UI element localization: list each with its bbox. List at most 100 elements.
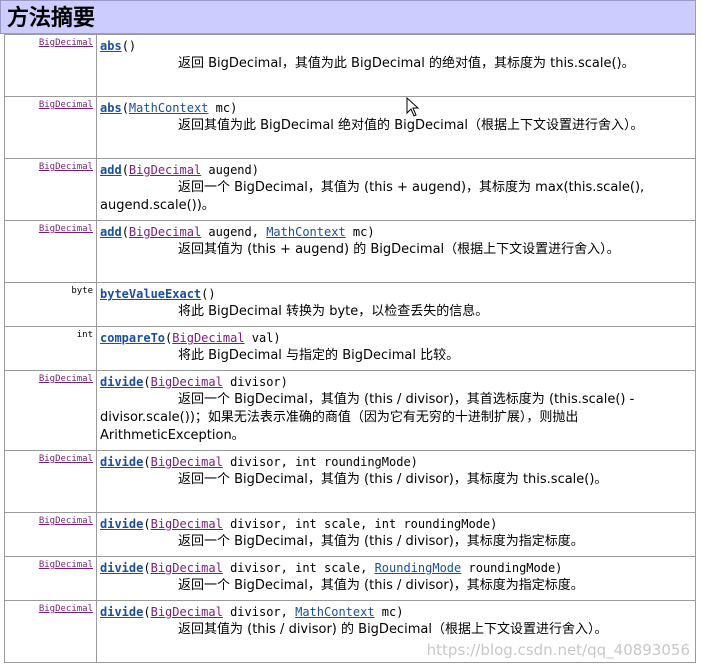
description-text: 将此 BigDecimal 与指定的 BigDecimal 比较。 [178, 348, 460, 363]
watermark: https://blog.csdn.net/qq_40893056 [426, 641, 690, 659]
method-summary-table: BigDecimal abs() 返回 BigDecimal，其值为此 BigDec… [4, 34, 696, 663]
method-row: BigDecimal add(BigDecimal augend) 返回一个 Big… [4, 158, 696, 221]
param-type-link[interactable]: MathContext [266, 225, 345, 239]
method-signature-cell: byteValueExact() 将此 BigDecimal 转换为 byte，以… [96, 282, 696, 327]
return-type-cell: BigDecimal [4, 370, 97, 451]
param-type-link[interactable]: RoundingMode [375, 561, 462, 575]
method-signature-cell: add(BigDecimal augend) 返回一个 BigDecimal，其值… [96, 158, 696, 221]
return-type-link[interactable]: BigDecimal [39, 560, 93, 570]
method-signature: divide(BigDecimal divisor, MathContext m… [100, 603, 693, 621]
return-type-cell: BigDecimal [4, 556, 97, 601]
method-signature-cell: compareTo(BigDecimal val) 将此 BigDecimal 与… [96, 326, 696, 371]
method-signature: divide(BigDecimal divisor, int roundingM… [100, 453, 693, 471]
return-type-cell: BigDecimal [4, 600, 97, 663]
signature-text: ( [121, 225, 129, 239]
method-name-link[interactable]: divide [100, 455, 143, 469]
method-description: 返回一个 BigDecimal，其值为 (this + augend)，其标度为… [100, 179, 693, 215]
return-type-cell: BigDecimal [4, 512, 97, 557]
signature-text: mc) [374, 605, 404, 619]
signature-text: divisor, [222, 605, 296, 619]
mouse-pointer-icon [406, 97, 420, 117]
return-type-cell: BigDecimal [4, 34, 97, 97]
param-type-link[interactable]: BigDecimal [151, 517, 223, 531]
param-type-link[interactable]: MathContext [129, 101, 208, 115]
return-type-cell: BigDecimal [4, 220, 97, 283]
method-signature-cell: add(BigDecimal augend, MathContext mc) 返回… [96, 220, 696, 283]
param-type-link[interactable]: BigDecimal [151, 455, 223, 469]
method-name-link[interactable]: add [100, 225, 122, 239]
method-row: BigDecimal abs() 返回 BigDecimal，其值为此 BigDec… [4, 34, 696, 97]
method-signature-cell: abs() 返回 BigDecimal，其值为此 BigDecimal 的绝对值，… [96, 34, 696, 97]
signature-text: ( [121, 101, 129, 115]
return-type-link[interactable]: BigDecimal [39, 604, 93, 614]
method-name-link[interactable]: compareTo [100, 331, 165, 345]
method-row: byte byteValueExact() 将此 BigDecimal 转换为 by… [4, 282, 696, 327]
method-description: 返回其值为此 BigDecimal 绝对值的 BigDecimal（根据上下文设… [100, 117, 693, 135]
signature-text: mc) [208, 101, 238, 115]
method-signature-cell: divide(BigDecimal divisor, int roundingM… [96, 450, 696, 513]
description-text: 返回其值为此 BigDecimal 绝对值的 BigDecimal（根据上下文设… [178, 118, 644, 133]
return-type-cell: BigDecimal [4, 158, 97, 221]
method-row: BigDecimal divide(BigDecimal divisor) 返回一个… [4, 370, 696, 451]
return-type-link[interactable]: BigDecimal [39, 224, 93, 234]
return-type-link[interactable]: BigDecimal [39, 454, 93, 464]
method-name-link[interactable]: divide [100, 561, 143, 575]
method-signature: abs(MathContext mc) [100, 99, 693, 117]
description-text: 返回一个 BigDecimal，其值为 (this + augend)，其标度为… [100, 180, 645, 213]
method-signature-cell: abs(MathContext mc) 返回其值为此 BigDecimal 绝对值… [96, 96, 696, 159]
description-text: 返回 BigDecimal，其值为此 BigDecimal 的绝对值，其标度为 … [178, 56, 635, 71]
description-text: 返回一个 BigDecimal，其值为 (this / divisor)，其首选… [100, 392, 635, 443]
signature-text: divisor, int scale, [222, 561, 375, 575]
param-type-link[interactable]: BigDecimal [172, 331, 244, 345]
return-type-cell: BigDecimal [4, 96, 97, 159]
method-row: BigDecimal divide(BigDecimal divisor, int… [4, 512, 696, 557]
param-type-link[interactable]: MathContext [295, 605, 374, 619]
return-type-link[interactable]: BigDecimal [39, 100, 93, 110]
signature-text: () [121, 39, 137, 53]
method-name-link[interactable]: abs [100, 39, 122, 53]
method-signature: divide(BigDecimal divisor, int scale, Ro… [100, 559, 693, 577]
method-name-link[interactable]: divide [100, 517, 143, 531]
method-row: BigDecimal divide(BigDecimal divisor, int… [4, 450, 696, 513]
method-name-link[interactable]: abs [100, 101, 122, 115]
method-description: 将此 BigDecimal 与指定的 BigDecimal 比较。 [100, 347, 693, 365]
signature-text: ( [143, 375, 151, 389]
signature-text: ( [121, 163, 129, 177]
method-description: 返回一个 BigDecimal，其值为 (this / divisor)，其标度… [100, 471, 693, 489]
return-type-link[interactable]: BigDecimal [39, 374, 93, 384]
method-name-link[interactable]: divide [100, 605, 143, 619]
param-type-link[interactable]: BigDecimal [151, 561, 223, 575]
signature-text: ( [143, 561, 151, 575]
signature-text: roundingMode) [461, 561, 563, 575]
method-signature: compareTo(BigDecimal val) [100, 329, 693, 347]
signature-text: divisor, int roundingMode) [222, 455, 418, 469]
return-type: byte [71, 286, 93, 296]
method-name-link[interactable]: add [100, 163, 122, 177]
method-signature: divide(BigDecimal divisor) [100, 373, 693, 391]
method-name-link[interactable]: divide [100, 375, 143, 389]
signature-text: augend) [201, 163, 259, 177]
signature-text: divisor) [222, 375, 288, 389]
return-type-link[interactable]: BigDecimal [39, 162, 93, 172]
signature-text: ( [143, 517, 151, 531]
method-signature: byteValueExact() [100, 285, 693, 303]
method-name-link[interactable]: byteValueExact [100, 287, 201, 301]
method-signature: divide(BigDecimal divisor, int scale, in… [100, 515, 693, 533]
method-signature: add(BigDecimal augend, MathContext mc) [100, 223, 693, 241]
param-type-link[interactable]: BigDecimal [129, 225, 201, 239]
signature-text: divisor, int scale, int roundingMode) [222, 517, 498, 531]
return-type-link[interactable]: BigDecimal [39, 38, 93, 48]
method-signature-cell: divide(BigDecimal divisor, int scale, in… [96, 512, 696, 557]
section-header: 方法摘要 [0, 0, 696, 34]
param-type-link[interactable]: BigDecimal [129, 163, 201, 177]
section-title: 方法摘要 [7, 5, 96, 31]
return-type-link[interactable]: BigDecimal [39, 516, 93, 526]
return-type-cell: byte [4, 282, 97, 327]
return-type-cell: int [4, 326, 97, 371]
signature-text: val) [244, 331, 281, 345]
param-type-link[interactable]: BigDecimal [151, 605, 223, 619]
method-row: BigDecimal add(BigDecimal augend, MathCon… [4, 220, 696, 283]
signature-text: ( [143, 455, 151, 469]
param-type-link[interactable]: BigDecimal [151, 375, 223, 389]
method-description: 返回其值为 (this + augend) 的 BigDecimal（根据上下文… [100, 241, 693, 259]
